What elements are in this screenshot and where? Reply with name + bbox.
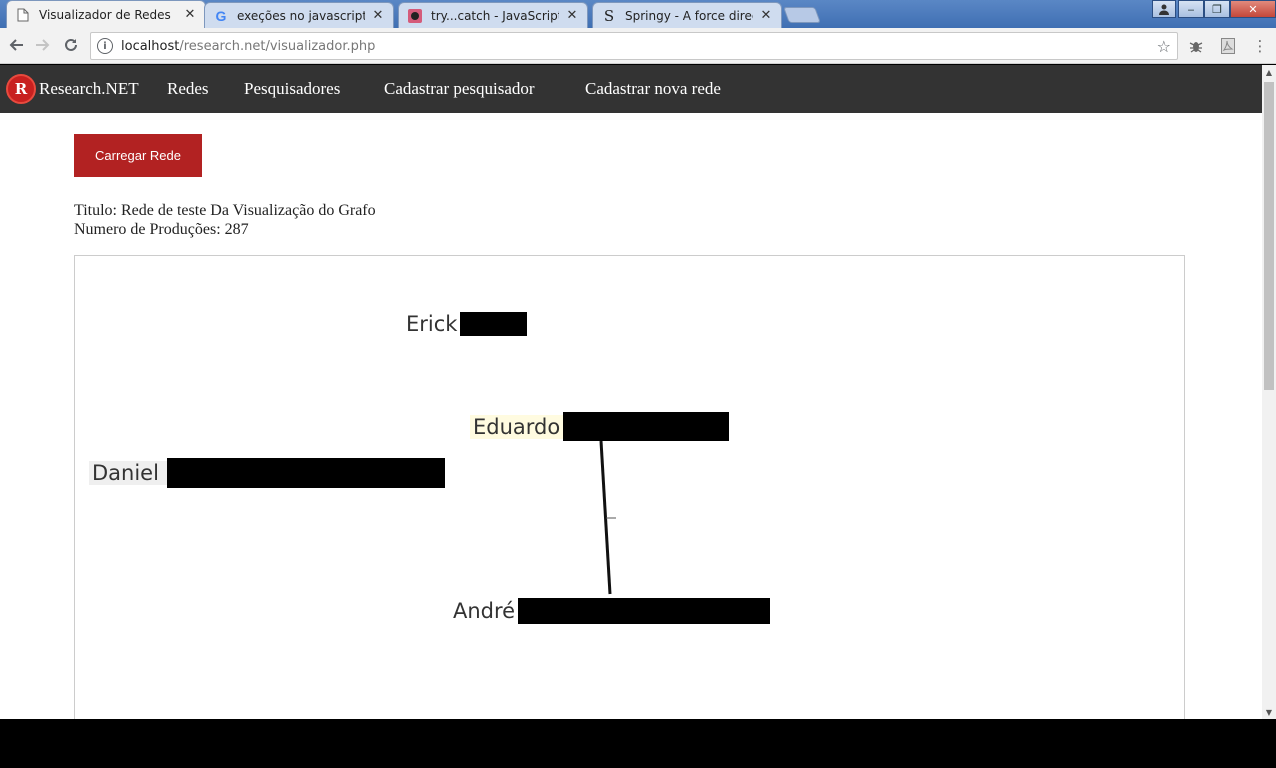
- nav-link-redes[interactable]: Redes: [167, 79, 209, 99]
- node-label: Eduardo: [470, 414, 564, 439]
- back-arrow-icon[interactable]: [5, 34, 27, 56]
- redacted-surname: [460, 312, 528, 336]
- tab-springy[interactable]: S Springy - A force directe ✕: [592, 2, 782, 28]
- url-text: localhost/research.net/visualizador.php: [121, 39, 375, 54]
- user-icon[interactable]: [1152, 0, 1176, 18]
- document-icon: [15, 7, 31, 23]
- pdf-extension-icon[interactable]: [1218, 36, 1238, 56]
- tab-title: exeções no javascript - P: [237, 8, 365, 23]
- redacted-surname: [518, 598, 771, 624]
- tab-google[interactable]: G exeções no javascript - P ✕: [204, 2, 394, 28]
- scrollbar-thumb[interactable]: [1264, 82, 1274, 390]
- window-close-icon[interactable]: ✕: [1230, 0, 1276, 18]
- scroll-down-arrow-icon[interactable]: ▼: [1262, 705, 1276, 719]
- new-tab-button[interactable]: [783, 7, 821, 23]
- browser-tabstrip: Visualizador de Redes ✕ G exeções no jav…: [0, 0, 1276, 28]
- tab-mdn[interactable]: try...catch - JavaScript | M ✕: [398, 2, 588, 28]
- nav-link-cadastrar-nova-rede[interactable]: Cadastrar nova rede: [585, 79, 721, 99]
- address-bar[interactable]: i localhost/research.net/visualizador.ph…: [90, 32, 1178, 60]
- extension-bug-icon[interactable]: [1186, 36, 1206, 56]
- tab-title: Visualizador de Redes: [39, 7, 171, 22]
- window-controls: ‒ ❐ ✕: [1152, 0, 1276, 18]
- close-icon[interactable]: ✕: [183, 7, 197, 22]
- reload-icon[interactable]: [60, 34, 82, 56]
- brand[interactable]: R Research.NET: [6, 74, 139, 104]
- site-navbar: R Research.NET Redes Pesquisadores Cadas…: [0, 65, 1262, 113]
- close-icon[interactable]: ✕: [565, 8, 579, 23]
- google-icon: G: [215, 7, 227, 24]
- close-icon[interactable]: ✕: [759, 8, 773, 23]
- brand-name: Research.NET: [39, 79, 139, 98]
- graph-node-eduardo[interactable]: Eduardo: [470, 412, 730, 441]
- graph-node-andre[interactable]: André: [450, 598, 771, 624]
- web-page: R Research.NET Redes Pesquisadores Cadas…: [0, 65, 1262, 719]
- redacted-surname: [563, 412, 730, 441]
- nav-link-cadastrar-pesquisador[interactable]: Cadastrar pesquisador: [384, 79, 535, 99]
- node-label: Erick: [406, 312, 458, 336]
- research-net-logo-icon: R: [6, 74, 36, 104]
- graph-node-daniel[interactable]: Daniel: [89, 458, 445, 488]
- tab-title: try...catch - JavaScript | M: [431, 8, 559, 23]
- url-path: /research.net/visualizador.php: [179, 38, 376, 54]
- page-scrollbar[interactable]: ▲ ▼: [1262, 65, 1276, 719]
- bookmark-star-icon[interactable]: ☆: [1157, 37, 1171, 56]
- close-icon[interactable]: ✕: [371, 8, 385, 23]
- redacted-surname: [166, 458, 445, 488]
- forward-arrow-icon[interactable]: [32, 34, 54, 56]
- nav-link-pesquisadores[interactable]: Pesquisadores: [244, 79, 340, 99]
- menu-dots-icon[interactable]: ⋮: [1250, 36, 1270, 56]
- info-icon[interactable]: i: [97, 38, 113, 54]
- springy-icon: S: [603, 6, 615, 25]
- mdn-icon: [407, 8, 423, 24]
- scroll-up-arrow-icon[interactable]: ▲: [1262, 65, 1276, 79]
- network-title: Titulo: Rede de teste Da Visualização do…: [74, 202, 376, 219]
- tab-visualizador[interactable]: Visualizador de Redes ✕: [6, 0, 206, 28]
- tab-title: Springy - A force directe: [625, 8, 753, 23]
- node-label: André: [453, 599, 516, 623]
- taskbar-area: [0, 719, 1276, 768]
- browser-toolbar: i localhost/research.net/visualizador.ph…: [0, 28, 1276, 64]
- restore-icon[interactable]: ❐: [1204, 0, 1230, 18]
- graph-canvas[interactable]: Erick Eduardo Daniel André: [74, 255, 1185, 719]
- node-label: Daniel: [89, 461, 167, 485]
- graph-node-erick[interactable]: Erick: [403, 312, 528, 336]
- productions-count: Numero de Produções: 287: [74, 221, 249, 238]
- minimize-icon[interactable]: ‒: [1178, 0, 1204, 18]
- carregar-rede-button[interactable]: Carregar Rede: [74, 134, 202, 177]
- url-host: localhost: [121, 38, 180, 54]
